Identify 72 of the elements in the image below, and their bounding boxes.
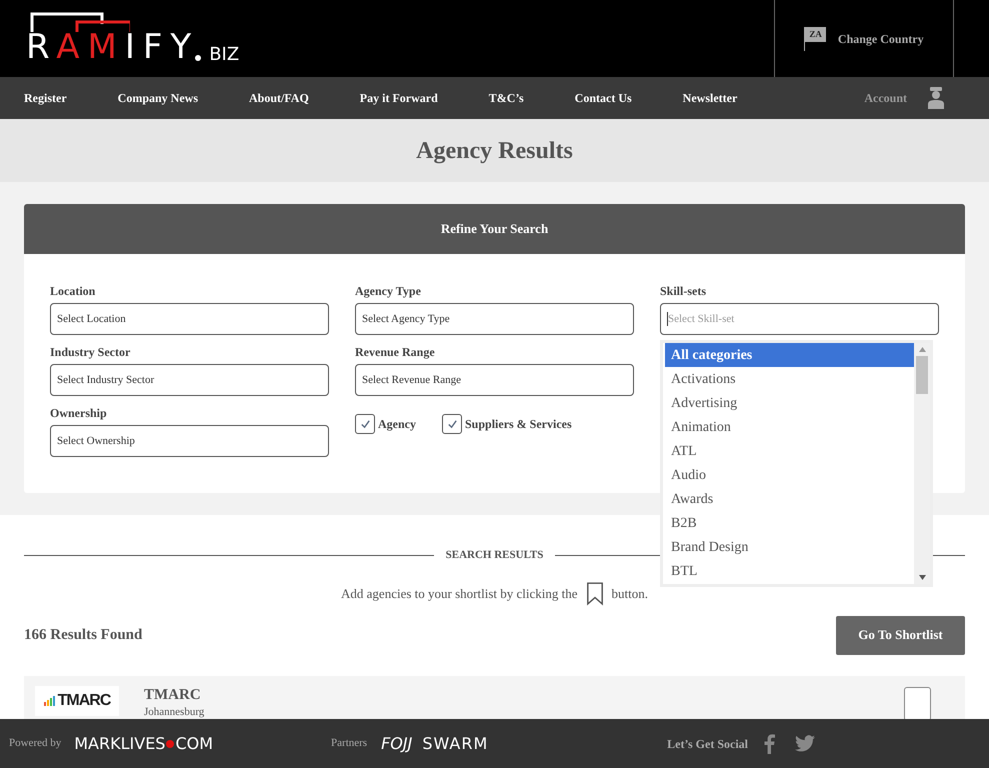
- nav-link[interactable]: About/FAQ: [249, 89, 309, 107]
- hint-text: button.: [612, 584, 648, 603]
- logo-text: R AM IFY: [26, 30, 200, 64]
- listbox-option[interactable]: All categories: [665, 343, 914, 367]
- result-row[interactable]: TMARC TMARC Johannesburg: [24, 676, 965, 719]
- logo-suffix: BIZ: [209, 46, 240, 64]
- select-field[interactable]: Select Location: [50, 303, 329, 335]
- agency-name[interactable]: TMARC: [144, 686, 204, 704]
- logo-frame-icon: [30, 12, 130, 34]
- listbox-option[interactable]: Audio: [665, 463, 914, 487]
- site-logo[interactable]: R AM IFY BIZ: [26, 12, 276, 65]
- listbox-option[interactable]: Brand Design: [665, 535, 914, 559]
- facebook-icon[interactable]: [764, 734, 775, 754]
- field-label: Ownership: [50, 405, 108, 422]
- bookmark-button[interactable]: [904, 686, 931, 719]
- scroll-up-icon[interactable]: [918, 347, 926, 352]
- checkbox[interactable]: [355, 414, 375, 434]
- listbox-option[interactable]: Activations: [665, 367, 914, 391]
- partner-logo[interactable]: FOJJ: [381, 732, 412, 756]
- hint-text: Add agencies to your shortlist by clicking the: [341, 584, 578, 603]
- card-title: Refine Your Search: [440, 220, 548, 238]
- page-title: Agency Results: [416, 136, 573, 166]
- powered-by-label: Powered by: [9, 736, 62, 752]
- checkbox-label: Agency: [378, 416, 416, 433]
- check-icon: [360, 418, 370, 430]
- placeholder-text: Select Skill-set: [668, 312, 734, 327]
- agency-location: Johannesburg: [144, 704, 204, 719]
- select-field[interactable]: Select Industry Sector: [50, 364, 329, 396]
- listbox-option[interactable]: B2B: [665, 511, 914, 535]
- nav-link[interactable]: Contact Us: [574, 89, 632, 107]
- nav-link[interactable]: Pay it Forward: [360, 89, 438, 107]
- listbox-option[interactable]: BTL: [665, 559, 914, 583]
- field-label: Industry Sector: [50, 344, 132, 361]
- placeholder-text: Select Revenue Range: [362, 372, 461, 388]
- select-field[interactable]: Select Agency Type: [355, 303, 634, 335]
- bookmark-icon: [586, 582, 604, 606]
- placeholder-text: Select Agency Type: [362, 312, 450, 327]
- account-link[interactable]: Account: [864, 89, 907, 107]
- partners-label: Partners: [331, 736, 368, 752]
- listbox-option[interactable]: ATL: [665, 439, 914, 463]
- field-label: Location: [50, 283, 96, 300]
- partner-logo[interactable]: SWARM: [422, 732, 488, 756]
- listbox-option[interactable]: Animation: [665, 415, 914, 439]
- twitter-icon[interactable]: [795, 735, 815, 752]
- listbox-option[interactable]: Awards: [665, 487, 914, 511]
- field-label: Agency Type: [355, 283, 422, 300]
- check-icon: [446, 418, 458, 430]
- section-heading: SEARCH RESULTS: [446, 548, 544, 563]
- placeholder-text: Select Ownership: [57, 434, 135, 449]
- go-to-shortlist-button[interactable]: Go To Shortlist: [836, 616, 965, 654]
- listbox-option[interactable]: Advertising: [665, 391, 914, 415]
- agency-logo: TMARC: [35, 686, 119, 716]
- checkbox[interactable]: [442, 414, 462, 434]
- social-label: Let’s Get Social: [667, 736, 748, 752]
- placeholder-text: Select Location: [57, 312, 126, 327]
- checkbox-label: Suppliers & Services: [465, 416, 572, 433]
- placeholder-text: Select Industry Sector: [57, 372, 154, 388]
- user-icon: [927, 87, 945, 109]
- nav-link[interactable]: Newsletter: [682, 89, 738, 107]
- scrollbar[interactable]: [914, 343, 930, 584]
- change-country-link[interactable]: Change Country: [838, 30, 924, 48]
- results-count: 166 Results Found: [24, 626, 142, 645]
- nav-link[interactable]: T&C’s: [488, 89, 524, 107]
- nav-link[interactable]: Register: [24, 89, 67, 107]
- field-label: Revenue Range: [355, 344, 436, 361]
- scroll-down-icon[interactable]: [918, 575, 926, 580]
- scrollbar-thumb[interactable]: [916, 356, 928, 394]
- marklives-logo[interactable]: MARKLIVES COM: [74, 732, 214, 756]
- select-field[interactable]: Select Ownership: [50, 425, 329, 457]
- nav-link[interactable]: Company News: [118, 89, 198, 107]
- field-label: Skill-sets: [660, 283, 708, 300]
- select-field[interactable]: Select Revenue Range: [355, 364, 634, 396]
